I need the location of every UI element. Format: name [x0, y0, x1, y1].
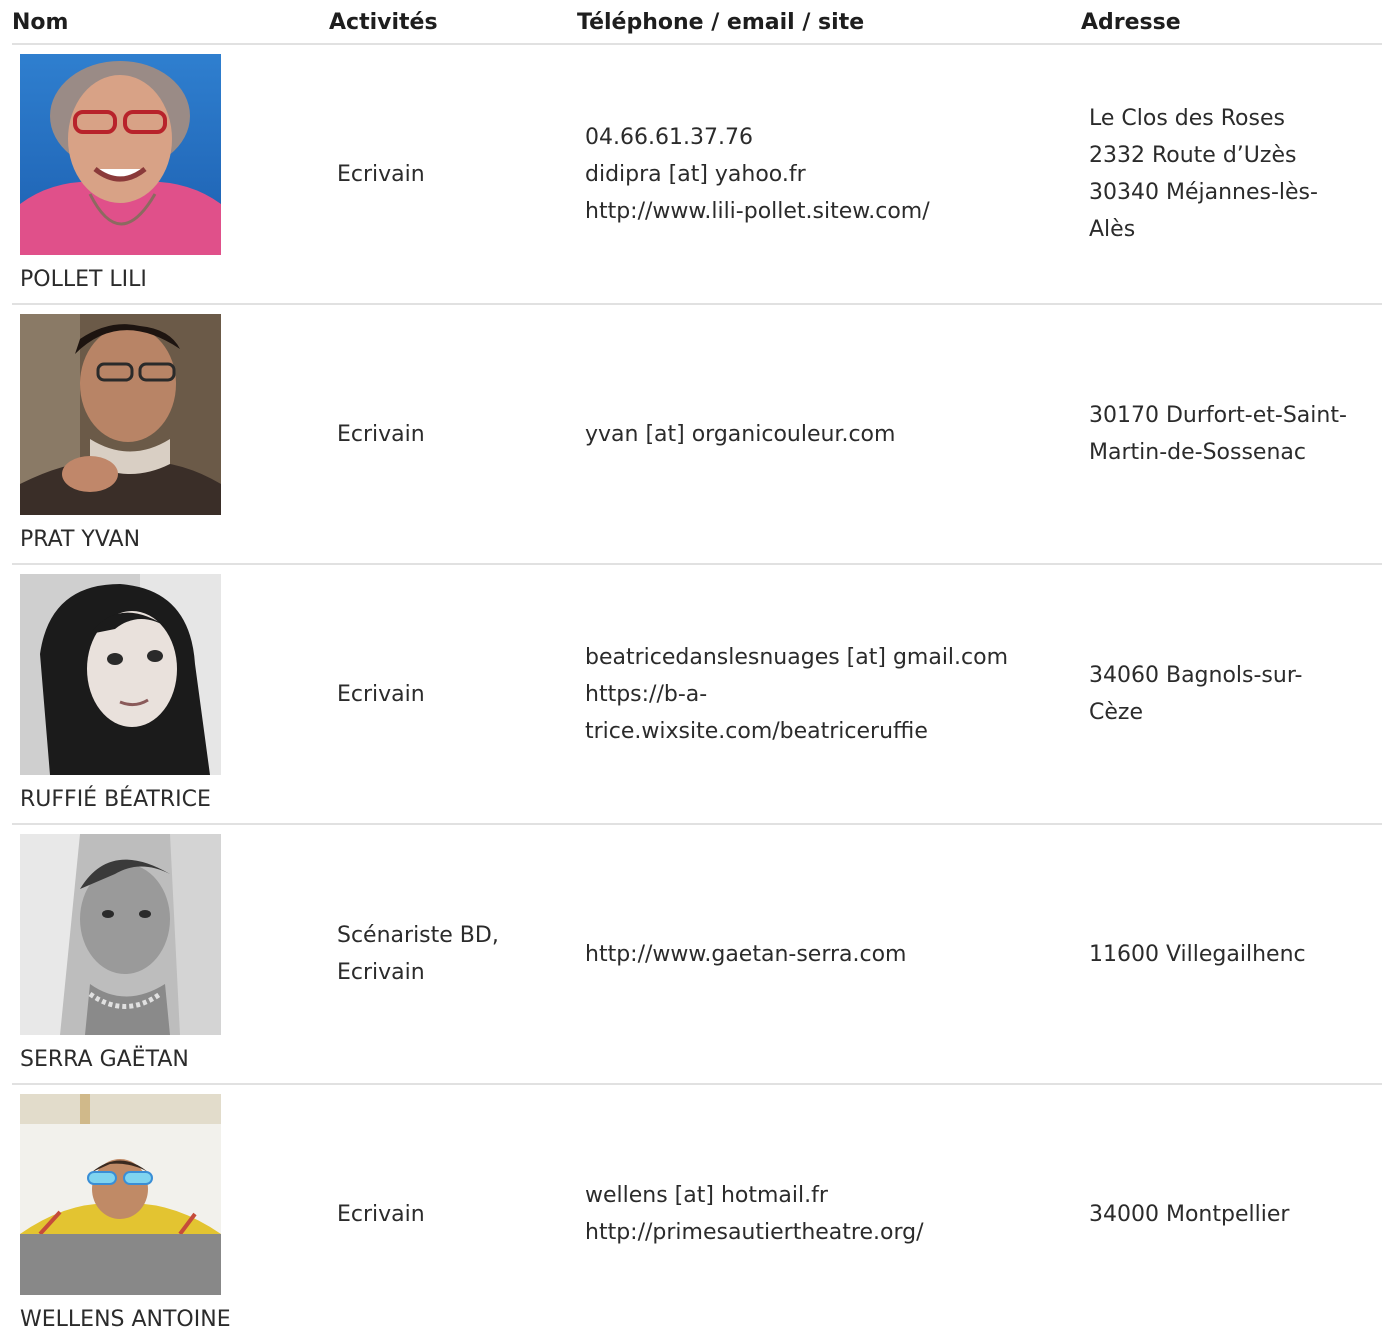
header-name[interactable]: Nom — [12, 10, 68, 35]
activities-cell: Scénariste BD, Ecrivain — [337, 825, 567, 1083]
table-row: RUFFIÉ BÉATRICE Ecrivain beatricedansles… — [12, 565, 1382, 825]
activities-cell: Ecrivain — [337, 45, 567, 303]
header-contact[interactable]: Téléphone / email / site — [577, 10, 864, 35]
address-line: 34000 Montpellier — [1089, 1201, 1290, 1227]
address-line: 2332 Route d’Uzès — [1089, 143, 1297, 168]
website-link[interactable]: https://b-a- — [585, 676, 1008, 713]
table-row: SERRA GAËTAN Scénariste BD, Ecrivain htt… — [12, 825, 1382, 1085]
table-row: POLLET LILI Ecrivain 04.66.61.37.76 didi… — [12, 45, 1382, 305]
authors-table: Nom Activités Téléphone / email / site A… — [12, 0, 1382, 1343]
activities-cell: Ecrivain — [337, 305, 567, 563]
activity-text: Ecrivain — [337, 421, 425, 447]
activity-text: Scénariste BD, — [337, 923, 499, 948]
email-text: wellens [at] hotmail.fr — [585, 1183, 828, 1208]
website-link[interactable]: http://primesautiertheatre.org/ — [585, 1214, 924, 1251]
contact-cell: 04.66.61.37.76 didipra [at] yahoo.fr htt… — [585, 45, 1075, 303]
contact-cell: wellens [at] hotmail.fr http://primesaut… — [585, 1085, 1075, 1343]
header-address[interactable]: Adresse — [1081, 10, 1181, 35]
website-link[interactable]: trice.wixsite.com/beatriceruffie — [585, 713, 1008, 750]
header-activities[interactable]: Activités — [329, 10, 438, 35]
author-photo[interactable] — [20, 314, 221, 515]
address-line: Cèze — [1089, 700, 1143, 725]
email-text: beatricedanslesnuages [at] gmail.com — [585, 644, 1009, 670]
phone-text: 04.66.61.37.76 — [585, 124, 753, 150]
address-line: 30340 Méjannes-lès- — [1089, 180, 1318, 205]
author-photo[interactable] — [20, 54, 221, 255]
contact-cell: beatricedanslesnuages [at] gmail.com htt… — [585, 565, 1075, 823]
address-cell: Le Clos des Roses 2332 Route d’Uzès 3034… — [1089, 45, 1379, 303]
activities-cell: Ecrivain — [337, 1085, 567, 1343]
activities-cell: Ecrivain — [337, 565, 567, 823]
table-header: Nom Activités Téléphone / email / site A… — [12, 0, 1382, 45]
activity-text: Ecrivain — [337, 161, 425, 187]
activity-text: Ecrivain — [337, 1201, 425, 1227]
author-name: RUFFIÉ BÉATRICE — [20, 787, 211, 812]
activity-text: Ecrivain — [337, 960, 425, 985]
table-row: PRAT YVAN Ecrivain yvan [at] organicoule… — [12, 305, 1382, 565]
activity-text: Ecrivain — [337, 681, 425, 707]
email-text: yvan [at] organicouleur.com — [585, 421, 896, 447]
author-photo[interactable] — [20, 834, 221, 1035]
author-name: WELLENS ANTOINE — [20, 1307, 231, 1332]
address-line: 30170 Durfort-et-Saint- — [1089, 403, 1347, 428]
address-cell: 34000 Montpellier — [1089, 1085, 1379, 1343]
table-row: WELLENS ANTOINE Ecrivain wellens [at] ho… — [12, 1085, 1382, 1343]
address-line: Le Clos des Roses — [1089, 106, 1285, 131]
website-link[interactable]: http://www.gaetan-serra.com — [585, 936, 906, 973]
author-name: POLLET LILI — [20, 267, 147, 292]
address-cell: 11600 Villegailhenc — [1089, 825, 1379, 1083]
address-line: 11600 Villegailhenc — [1089, 941, 1306, 967]
author-name: SERRA GAËTAN — [20, 1047, 189, 1072]
author-name: PRAT YVAN — [20, 527, 141, 552]
website-link[interactable]: http://www.lili-pollet.sitew.com/ — [585, 193, 930, 230]
author-photo[interactable] — [20, 1094, 221, 1295]
contact-cell: http://www.gaetan-serra.com — [585, 825, 1075, 1083]
email-text: didipra [at] yahoo.fr — [585, 161, 806, 187]
address-line: Alès — [1089, 217, 1136, 242]
address-line: Martin-de-Sossenac — [1089, 440, 1306, 465]
author-photo[interactable] — [20, 574, 221, 775]
address-line: 34060 Bagnols-sur- — [1089, 663, 1303, 688]
contact-cell: yvan [at] organicouleur.com — [585, 305, 1075, 563]
address-cell: 30170 Durfort-et-Saint- Martin-de-Sossen… — [1089, 305, 1379, 563]
address-cell: 34060 Bagnols-sur- Cèze — [1089, 565, 1379, 823]
